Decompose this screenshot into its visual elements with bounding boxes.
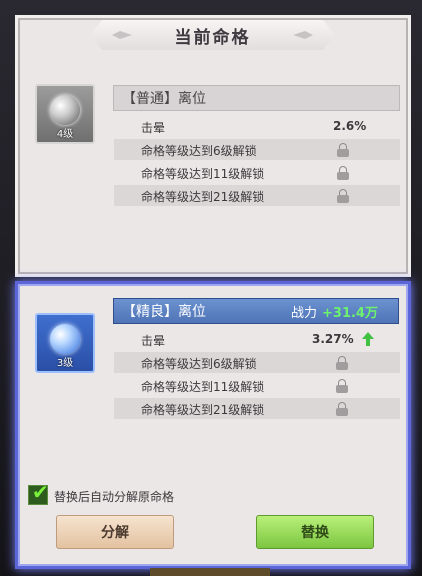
candidate-rune-name: 【精良】离位 bbox=[122, 304, 206, 320]
lock-icon bbox=[337, 143, 349, 157]
power-delta: +31.4万 bbox=[322, 306, 378, 321]
background-footer-strip bbox=[150, 568, 270, 576]
candidate-rune-slot[interactable]: 3级 bbox=[35, 313, 95, 373]
decompose-button[interactable]: 分解 bbox=[56, 515, 174, 549]
checkmark-icon: ✔ bbox=[32, 480, 49, 504]
candidate-locked-row: 命格等级达到21级解锁 bbox=[114, 398, 400, 419]
blue-gem-icon bbox=[50, 324, 80, 354]
lock-icon bbox=[336, 356, 348, 370]
current-rune-slot[interactable]: 4级 bbox=[35, 84, 95, 144]
current-rune-level: 4级 bbox=[56, 129, 74, 140]
auto-decompose-checkbox[interactable]: ✔ bbox=[28, 480, 49, 505]
unlock-requirement: 命格等级达到11级解锁 bbox=[141, 167, 265, 181]
gray-gem-icon bbox=[50, 95, 80, 125]
stat-label: 击晕 bbox=[141, 334, 166, 348]
lock-icon bbox=[336, 402, 348, 416]
current-stat-row: 击晕 2.6% bbox=[114, 116, 400, 137]
stat-value: 2.6% bbox=[333, 119, 367, 133]
lock-icon bbox=[337, 189, 349, 203]
current-rune-name-bar: 【普通】离位 bbox=[113, 85, 400, 111]
unlock-requirement: 命格等级达到21级解锁 bbox=[141, 403, 265, 417]
unlock-requirement: 命格等级达到11级解锁 bbox=[141, 380, 265, 394]
banner-ornament-left-icon bbox=[112, 31, 132, 39]
unlock-requirement: 命格等级达到21级解锁 bbox=[141, 190, 265, 204]
lock-icon bbox=[337, 166, 349, 180]
lock-icon bbox=[336, 379, 348, 393]
current-rune-name: 【普通】离位 bbox=[122, 91, 206, 107]
unlock-requirement: 命格等级达到6级解锁 bbox=[141, 357, 257, 371]
candidate-locked-row: 命格等级达到11级解锁 bbox=[114, 375, 400, 396]
current-locked-row: 命格等级达到6级解锁 bbox=[114, 139, 400, 160]
stat-label: 击晕 bbox=[141, 121, 166, 135]
panel-title: 当前命格 bbox=[174, 27, 251, 48]
current-locked-row: 命格等级达到21级解锁 bbox=[114, 185, 400, 206]
current-locked-row: 命格等级达到11级解锁 bbox=[114, 162, 400, 183]
candidate-rune-level: 3级 bbox=[56, 358, 74, 369]
unlock-requirement: 命格等级达到6级解锁 bbox=[141, 144, 257, 158]
banner-ornament-right-icon bbox=[293, 31, 313, 39]
arrow-up-icon bbox=[362, 332, 374, 346]
replace-button[interactable]: 替换 bbox=[256, 515, 374, 549]
candidate-locked-row: 命格等级达到6级解锁 bbox=[114, 352, 400, 373]
auto-decompose-label[interactable]: 替换后自动分解原命格 bbox=[54, 488, 174, 505]
stat-value: 3.27% bbox=[312, 332, 354, 346]
power-label: 战力 bbox=[291, 306, 318, 321]
candidate-stat-row: 击晕 3.27% bbox=[114, 329, 400, 350]
